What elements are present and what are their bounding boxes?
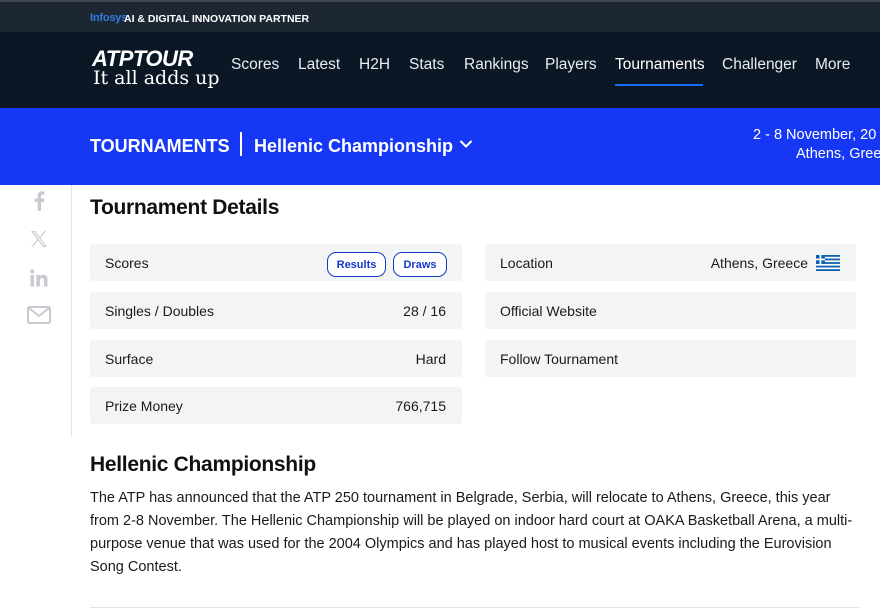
- nav-rankings[interactable]: Rankings: [464, 56, 529, 74]
- main-nav: ATPTOUR It all adds up Scores Latest H2H…: [0, 32, 880, 108]
- prize-money-card: Prize Money 766,715: [90, 387, 462, 424]
- scores-card: Scores Results Draws: [90, 244, 462, 281]
- share-linkedin[interactable]: [24, 263, 54, 293]
- surface-value: Hard: [415, 351, 446, 367]
- results-button[interactable]: Results: [327, 252, 386, 277]
- nav-tournaments[interactable]: Tournaments: [615, 56, 705, 74]
- chevron-down-icon[interactable]: [458, 136, 474, 152]
- banner-separator: [240, 132, 242, 156]
- surface-card: Surface Hard: [90, 340, 462, 377]
- draws-button[interactable]: Draws: [393, 252, 447, 277]
- follow-tournament-button[interactable]: Follow Tournament: [485, 340, 856, 377]
- logo-tagline[interactable]: It all adds up: [93, 67, 220, 89]
- nav-scores[interactable]: Scores: [231, 56, 279, 74]
- nav-more[interactable]: More: [815, 56, 850, 74]
- scores-label: Scores: [105, 255, 149, 271]
- tournament-banner: TOURNAMENTS Hellenic Championship 2 - 8 …: [0, 108, 880, 185]
- draw-size-label: Singles / Doubles: [105, 303, 214, 319]
- nav-active-indicator: [615, 84, 703, 86]
- nav-players[interactable]: Players: [545, 56, 597, 74]
- details-title: Tournament Details: [90, 196, 280, 219]
- location-card: Location Athens, Greece: [485, 244, 856, 281]
- nav-h2h[interactable]: H2H: [359, 56, 390, 74]
- official-website-label: Official Website: [500, 303, 597, 319]
- tournament-location: Athens, Gree: [796, 146, 880, 162]
- prize-money-value: 766,715: [395, 398, 446, 414]
- content-divider: [90, 607, 860, 608]
- share-x[interactable]: [24, 224, 54, 254]
- follow-tournament-label: Follow Tournament: [500, 351, 619, 367]
- nav-challenger[interactable]: Challenger: [722, 56, 797, 74]
- about-title: Hellenic Championship: [90, 453, 316, 476]
- partner-logo[interactable]: Infosys: [90, 12, 127, 24]
- nav-stats[interactable]: Stats: [409, 56, 444, 74]
- banner-section-title[interactable]: TOURNAMENTS: [90, 136, 230, 157]
- location-label: Location: [500, 255, 553, 271]
- prize-money-label: Prize Money: [105, 398, 183, 414]
- surface-label: Surface: [105, 351, 154, 367]
- linkedin-icon: [30, 269, 48, 287]
- tournament-selector[interactable]: Hellenic Championship: [254, 136, 453, 157]
- x-icon: [31, 231, 47, 247]
- greece-flag-icon: [816, 255, 840, 271]
- share-email[interactable]: [24, 300, 54, 330]
- email-icon: [27, 306, 51, 324]
- nav-latest[interactable]: Latest: [298, 56, 340, 74]
- facebook-icon: [34, 191, 45, 211]
- draw-size-value: 28 / 16: [403, 303, 446, 319]
- draw-size-card: Singles / Doubles 28 / 16: [90, 292, 462, 329]
- official-website-link[interactable]: Official Website: [485, 292, 856, 329]
- partner-bar: Infosys AI & DIGITAL INNOVATION PARTNER: [0, 0, 880, 32]
- share-facebook[interactable]: [24, 186, 54, 216]
- about-text: The ATP has announced that the ATP 250 t…: [90, 490, 853, 575]
- share-rail-divider: [71, 185, 72, 437]
- partner-text: AI & DIGITAL INNOVATION PARTNER: [124, 13, 310, 25]
- tournament-dates: 2 - 8 November, 20: [753, 127, 877, 143]
- location-value: Athens, Greece: [710, 255, 808, 271]
